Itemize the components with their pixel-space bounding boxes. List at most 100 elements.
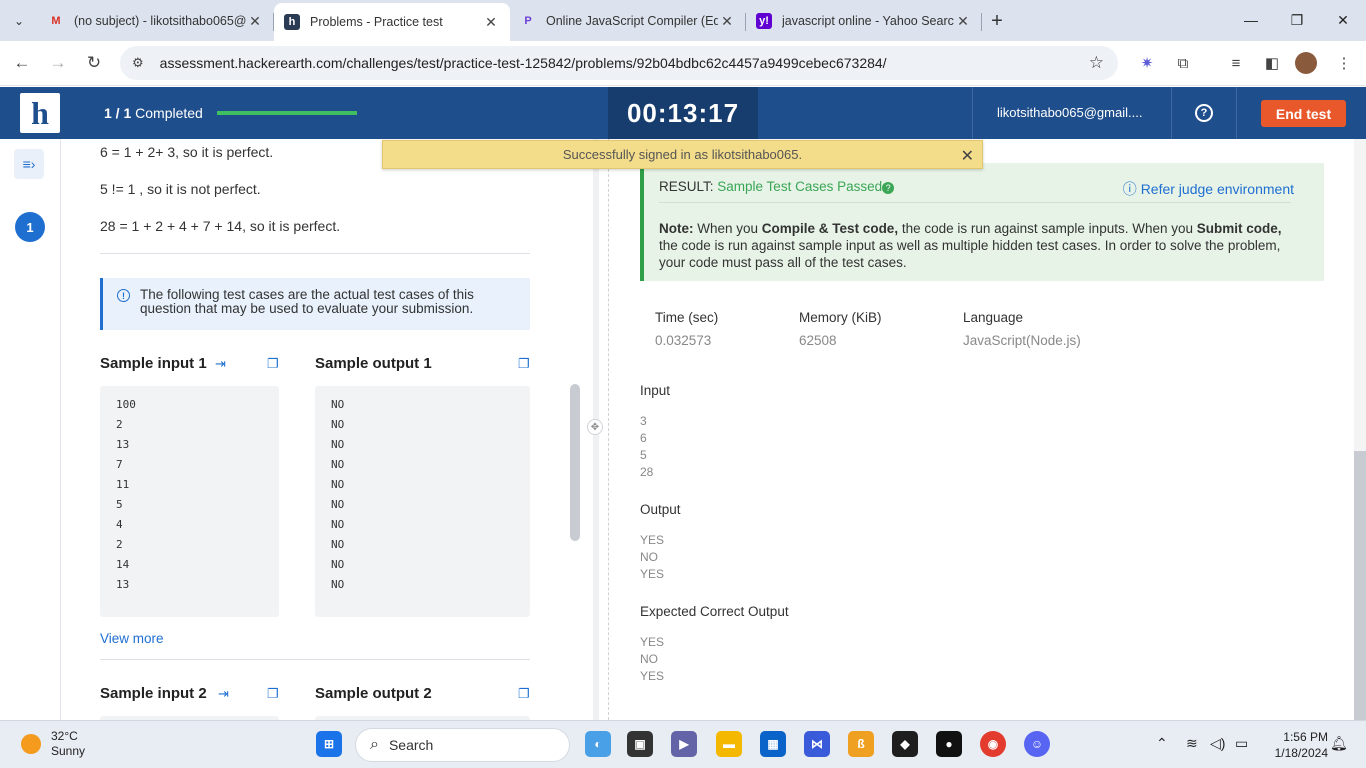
collapse-panel-icon[interactable]: ≡› [14,149,44,179]
clock-time: 1:56 PM [1283,730,1328,744]
copy-icon[interactable]: ❐ [518,686,530,702]
tab-title: Online JavaScript Compiler (Edi [546,14,718,28]
sample-input-line: 14 [116,558,130,571]
file-explorer-icon[interactable]: ▬ [716,731,742,757]
vscode-icon[interactable]: ⋈ [804,731,830,757]
show-hidden-icons[interactable]: ⌃ [1156,735,1168,752]
new-tab-button[interactable]: + [982,4,1012,38]
system-clock[interactable]: 1:56 PM 1/18/2024 [1275,729,1328,761]
note-text: the code is run against sample input as … [659,238,1281,270]
weather-widget[interactable]: 32°C Sunny [51,729,85,759]
bookmark-star-icon[interactable]: ☆ [1089,53,1104,73]
hackerearth-icon: h [284,14,300,30]
input-line: 6 [640,431,647,445]
copilot-icon[interactable]: ◐ [585,731,611,757]
browser-toolbar: ← → ↻ ⚙ assessment.hackerearth.com/chall… [0,41,1366,86]
close-tab-icon[interactable]: ✕ [246,13,264,30]
sample-input-1-box[interactable]: 100 2 13 7 11 5 4 2 14 13 [100,386,279,617]
expected-output-line: NO [640,652,658,666]
question-number-button[interactable]: 1 [15,212,45,242]
close-window-icon[interactable]: ✕ [1320,0,1366,40]
microsoft-store-icon[interactable]: ▦ [760,731,786,757]
sample-input-line: 5 [116,498,123,511]
right-panel-scrollbar[interactable] [1354,139,1366,720]
panel-resize-handle[interactable]: ✥ [584,139,608,720]
close-tab-icon[interactable]: ✕ [954,13,972,30]
sample-input-line: 2 [116,418,123,431]
github-icon[interactable]: ● [936,731,962,757]
weather-condition: Sunny [51,744,86,758]
reload-icon[interactable]: ↻ [76,45,112,81]
open-in-editor-icon[interactable]: ⇥ [215,356,226,372]
media-control-icon[interactable]: ≡ [1223,50,1249,76]
sample-output-line: NO [331,398,345,411]
left-panel-scrollbar[interactable] [570,384,580,541]
output-values: YES NO YES [640,532,664,583]
copy-icon[interactable]: ❐ [267,356,279,372]
teams-icon[interactable]: ▶ [671,731,697,757]
tab-search-button[interactable]: ⌄ [0,0,38,41]
user-email[interactable]: likotsithabo065@gmail.... [997,105,1142,120]
help-icon[interactable]: ? [1195,104,1213,122]
close-toast-icon[interactable]: ✕ [961,146,974,166]
browser-menu-icon[interactable]: ⋮ [1331,50,1357,76]
restore-icon[interactable]: ❐ [1274,0,1320,40]
view-more-link[interactable]: View more [100,631,164,646]
drag-handle-icon[interactable]: ✥ [587,419,603,435]
judge-environment-link[interactable]: ⓘ Refer judge environment [1123,179,1294,199]
side-panel-icon[interactable]: ◧ [1259,50,1285,76]
wifi-icon[interactable]: ≋ [1186,735,1198,752]
figma-icon[interactable]: ◆ [892,731,918,757]
browser-tab-hackerearth[interactable]: h Problems - Practice test ✕ [274,3,510,41]
browser-tab-compiler[interactable]: P Online JavaScript Compiler (Edi ✕ [510,4,746,38]
gmail-icon: M [51,15,61,27]
compiler-icon: P [524,15,532,27]
app-icon[interactable]: ß [848,731,874,757]
taskbar-search[interactable]: ⌕ Search [355,728,570,762]
notification-bell-icon[interactable]: 🔔︎ [1330,735,1348,752]
browser-tab-yahoo[interactable]: y! javascript online - Yahoo Search ✕ [746,4,982,38]
output-line: YES [640,567,665,581]
profile-avatar[interactable] [1295,52,1317,74]
problem-panel: 6 = 1 + 2+ 3, so it is perfect. 5 != 1 ,… [61,139,580,720]
task-view-icon[interactable]: ▣ [627,731,653,757]
question-icon: ⓘ [1122,181,1137,197]
check-icon: ? [882,182,895,194]
copy-icon[interactable]: ❐ [518,356,530,372]
progress-bar [217,111,357,115]
tab-title: (no subject) - likotsithabo065@ [74,14,246,28]
search-icon: ⌕ [370,736,379,753]
output-line: YES [640,533,665,547]
copy-icon[interactable]: ❐ [267,686,279,702]
expected-output-label: Expected Correct Output [640,604,789,619]
sample-output-1-box[interactable]: NO NO NO NO NO NO NO NO NO NO [315,386,530,617]
extensions-puzzle-icon[interactable]: ⧉ [1170,50,1196,76]
output-line: NO [640,550,658,564]
browser-tab-gmail[interactable]: M (no subject) - likotsithabo065@ ✕ [38,4,274,38]
judge-link-text: Refer judge environment [1140,181,1294,197]
forward-icon[interactable]: → [40,45,76,81]
minimize-icon[interactable]: — [1228,0,1274,40]
windows-start-icon[interactable]: ⊞ [316,731,342,757]
close-tab-icon[interactable]: ✕ [718,13,736,30]
extension-icon[interactable]: ✷ [1134,50,1160,76]
battery-icon[interactable]: ▭ [1235,735,1248,752]
close-tab-icon[interactable]: ✕ [482,14,500,31]
search-label: Search [388,737,434,753]
open-in-editor-icon[interactable]: ⇥ [218,686,229,702]
test-cases-notice: ! The following test cases are the actua… [100,278,530,330]
explanation-line: 6 = 1 + 2+ 3, so it is perfect. [100,144,274,160]
site-settings-icon[interactable]: ⚙ [132,55,144,71]
progress-status: 1 / 1 Completed [104,105,203,121]
address-bar[interactable]: ⚙ assessment.hackerearth.com/challenges/… [120,46,1118,80]
end-test-button[interactable]: End test [1261,100,1346,127]
back-icon[interactable]: ← [4,45,40,81]
hackerearth-logo[interactable]: h [20,93,60,133]
volume-icon[interactable]: ◁) [1210,735,1225,752]
windows-taskbar: 32°C Sunny ⊞ ⌕ Search ◐ ▣ ▶ ▬ ▦ ⋈ ß ◆ ● … [0,720,1366,768]
output-label: Output [640,502,681,517]
chrome-icon[interactable]: ◉ [980,731,1006,757]
discord-icon[interactable]: ☺ [1024,731,1050,757]
signin-toast: Successfully signed in as likotsithabo06… [382,140,983,169]
sun-icon[interactable] [21,734,41,754]
